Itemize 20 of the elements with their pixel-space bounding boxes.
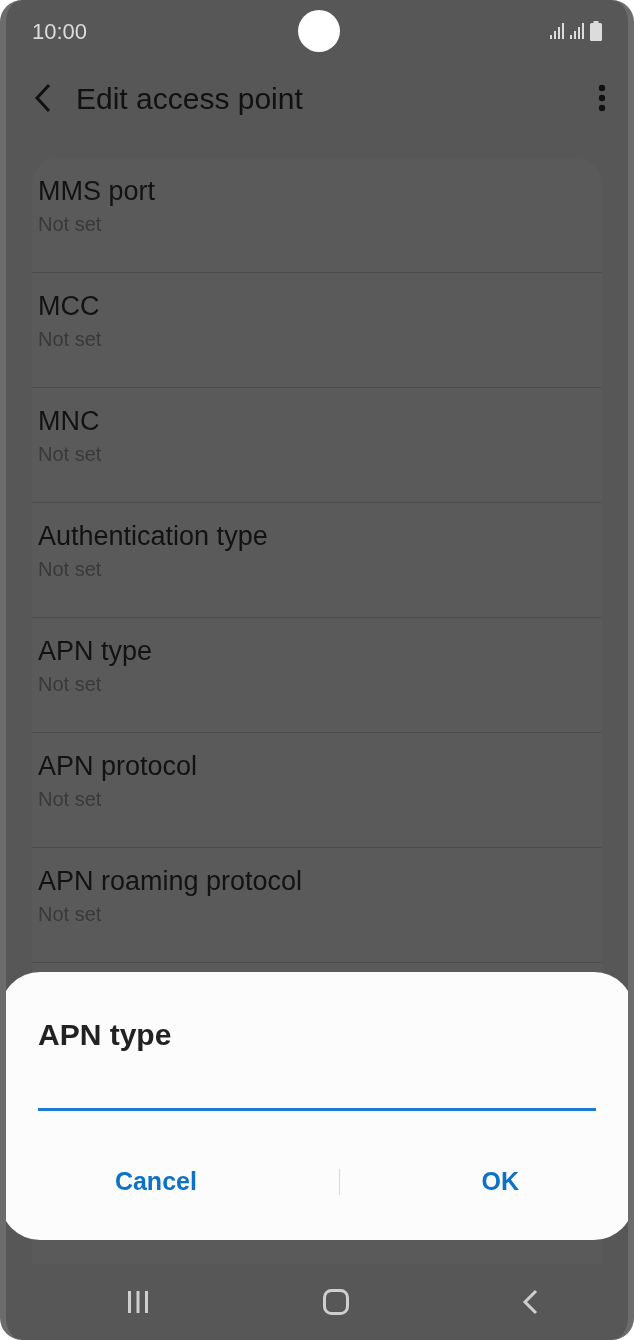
signal-icon	[550, 22, 566, 40]
screen-title: Edit access point	[76, 80, 303, 117]
signal-icon	[570, 22, 586, 40]
camera-hole	[297, 10, 340, 52]
setting-title[interactable]: APN type	[38, 634, 596, 670]
setting-title[interactable]: APN protocol	[38, 749, 596, 785]
dialog-title: APN type	[38, 1017, 173, 1053]
recent-apps-icon[interactable]	[126, 1290, 150, 1314]
setting-title[interactable]: MNC	[38, 404, 596, 440]
setting-title[interactable]: MMS port	[38, 174, 596, 210]
status-time: 10:00	[32, 17, 88, 46]
setting-title[interactable]: Authentication type	[38, 519, 596, 555]
back-icon[interactable]	[34, 83, 52, 113]
battery-icon	[590, 21, 602, 41]
setting-title[interactable]: MCC	[38, 289, 596, 325]
ok-button[interactable]: OK	[469, 1159, 532, 1205]
more-options-icon[interactable]	[598, 84, 606, 112]
cancel-button[interactable]: Cancel	[102, 1159, 209, 1205]
home-icon[interactable]	[323, 1289, 349, 1315]
setting-title[interactable]: APN roaming protocol	[38, 864, 596, 900]
